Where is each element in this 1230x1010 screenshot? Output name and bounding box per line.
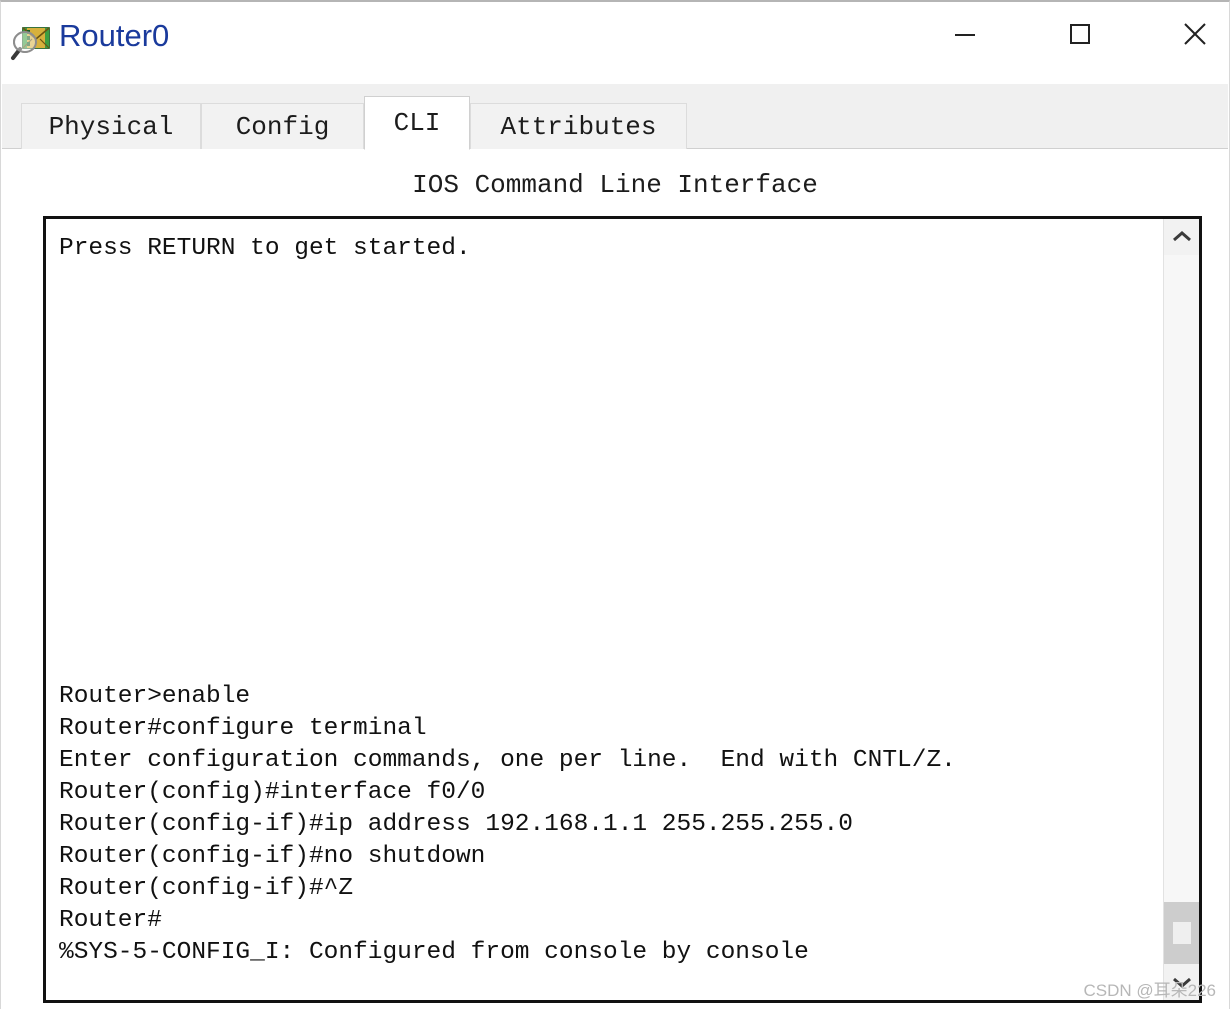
window-title: Router0 — [59, 18, 170, 53]
terminal-line: Router# — [59, 907, 162, 934]
terminal-line: Router>enable — [59, 683, 251, 710]
close-button[interactable] — [1149, 2, 1230, 66]
scroll-up-button[interactable] — [1164, 219, 1199, 255]
terminal-line: Router(config)#interface f0/0 — [59, 779, 486, 806]
minimize-icon — [955, 34, 975, 36]
close-icon — [1184, 23, 1206, 45]
terminal-line: Router#configure terminal — [59, 715, 427, 742]
terminal-line: Enter configuration commands, one per li… — [59, 747, 956, 774]
tab-attributes-label: Attributes — [500, 111, 657, 142]
title-bar: Router0 — [1, 2, 1229, 84]
terminal-scrollbar[interactable] — [1163, 219, 1199, 1000]
scrollbar-thumb[interactable] — [1164, 902, 1199, 964]
tab-cli[interactable]: CLI — [364, 96, 470, 150]
scrollbar-track[interactable] — [1164, 255, 1199, 964]
minimize-button[interactable] — [919, 2, 1011, 66]
packet-tracer-inspect-icon — [9, 20, 53, 64]
tab-physical[interactable]: Physical — [21, 103, 201, 149]
maximize-button[interactable] — [1034, 2, 1126, 66]
terminal-line: Press RETURN to get started. — [59, 235, 471, 262]
maximize-icon — [1070, 24, 1090, 44]
router-properties-window: Router0 Physical Config CLI Attributes I… — [0, 0, 1230, 1010]
terminal-line: %SYS-5-CONFIG_I: Configured from console… — [59, 939, 809, 966]
cli-tab-panel: IOS Command Line Interface Press RETURN … — [2, 149, 1228, 1010]
tab-cli-label: CLI — [393, 108, 441, 138]
terminal-line: Router(config-if)#ip address 192.168.1.1… — [59, 811, 853, 838]
scrollbar-thumb-grip — [1172, 922, 1191, 944]
tab-config[interactable]: Config — [201, 103, 364, 149]
cli-terminal-frame: Press RETURN to get started. Router>enab… — [43, 216, 1202, 1003]
terminal-line: Router(config-if)#^Z — [59, 875, 354, 902]
scroll-up-icon — [1172, 231, 1191, 242]
tab-physical-label: Physical — [48, 111, 174, 142]
tab-attributes[interactable]: Attributes — [470, 103, 687, 149]
terminal-line: Router(config-if)#no shutdown — [59, 843, 486, 870]
tab-strip: Physical Config CLI Attributes — [2, 84, 1228, 150]
watermark-text: CSDN @耳朵226 — [1083, 981, 1216, 1000]
tab-config-label: Config — [235, 111, 330, 142]
cli-terminal-output[interactable]: Press RETURN to get started. Router>enab… — [46, 219, 1163, 1000]
cli-panel-heading: IOS Command Line Interface — [412, 170, 818, 200]
